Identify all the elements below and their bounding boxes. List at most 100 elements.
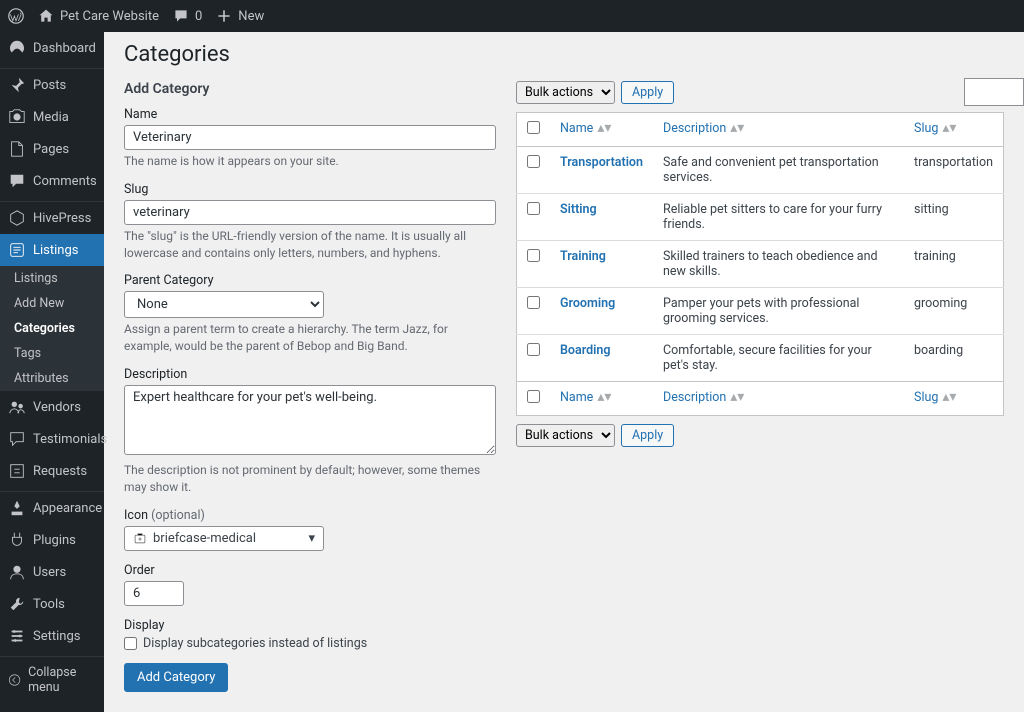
row-checkbox[interactable] [527, 202, 540, 215]
bulk-actions-select[interactable]: Bulk actions [516, 81, 615, 104]
submenu-item-tags[interactable]: Tags [0, 341, 104, 366]
sidebar-item-dashboard[interactable]: Dashboard [0, 32, 104, 64]
col-description[interactable]: Description▴▾ [663, 121, 744, 136]
sidebar-item-vendors[interactable]: Vendors [0, 391, 104, 423]
sidebar-item-label: Media [33, 110, 69, 125]
categories-table-wrap: Bulk actions Apply Name▴▾ Description▴▾ … [516, 81, 1004, 692]
page-title: Categories [124, 42, 1004, 67]
sidebar-item-label: Tools [33, 597, 65, 612]
row-checkbox[interactable] [527, 249, 540, 262]
settings-icon [8, 627, 26, 645]
col-slug[interactable]: Slug▴▾ [914, 121, 956, 136]
new-content-link[interactable]: New [216, 8, 264, 24]
table-row: Boarding Comfortable, secure facilities f… [517, 335, 1004, 382]
display-checkbox-label: Display subcategories instead of listing… [143, 636, 367, 651]
col-description-foot[interactable]: Description▴▾ [663, 390, 744, 405]
display-subcategories-checkbox[interactable] [124, 637, 137, 650]
sidebar-item-testimonials[interactable]: Testimonials [0, 423, 104, 455]
admin-sidebar: Dashboard Posts Media Pages Comments Hiv… [0, 32, 104, 712]
page-body: Categories Add Category Name The name is… [104, 32, 1024, 712]
order-label: Order [124, 563, 496, 578]
sidebar-item-appearance[interactable]: Appearance [0, 492, 104, 524]
sidebar-item-listings[interactable]: Listings [0, 234, 104, 266]
tablenav-bottom: Bulk actions Apply [516, 424, 1004, 447]
select-all-bottom[interactable] [527, 390, 540, 403]
chevron-down-icon: ▾ [308, 531, 315, 546]
row-checkbox[interactable] [527, 155, 540, 168]
site-name-link[interactable]: Pet Care Website [38, 8, 159, 24]
row-description: Skilled trainers to teach obedience and … [653, 241, 904, 288]
comment-icon [8, 172, 26, 190]
submenu-item-add-new[interactable]: Add New [0, 291, 104, 316]
order-input[interactable] [124, 581, 184, 606]
sort-icon: ▴▾ [597, 121, 611, 135]
icon-select[interactable]: briefcase-medical ▾ [124, 526, 324, 551]
sidebar-item-media[interactable]: Media [0, 101, 104, 133]
sidebar-item-label: Comments [33, 174, 97, 189]
comment-icon [173, 8, 189, 24]
plus-icon [216, 8, 232, 24]
bulk-actions-select-bottom[interactable]: Bulk actions [516, 424, 615, 447]
requests-icon [8, 462, 26, 480]
row-name-link[interactable]: Training [560, 249, 606, 264]
sidebar-item-settings[interactable]: Settings [0, 620, 104, 652]
sort-icon: ▴▾ [730, 121, 744, 135]
row-name-link[interactable]: Sitting [560, 202, 597, 217]
row-slug: sitting [904, 194, 1003, 241]
sidebar-item-users[interactable]: Users [0, 556, 104, 588]
row-name-link[interactable]: Transportation [560, 155, 643, 170]
description-input[interactable]: Expert healthcare for your pet's well-be… [124, 385, 496, 455]
col-name-foot[interactable]: Name▴▾ [560, 390, 611, 405]
sidebar-item-requests[interactable]: Requests [0, 455, 104, 487]
row-slug: transportation [904, 147, 1003, 194]
sidebar-item-plugins[interactable]: Plugins [0, 524, 104, 556]
sidebar-item-pages[interactable]: Pages [0, 133, 104, 165]
col-name[interactable]: Name▴▾ [560, 121, 611, 136]
search-box [964, 78, 1024, 106]
select-all-top[interactable] [527, 121, 540, 134]
slug-input[interactable] [124, 200, 496, 225]
row-slug: boarding [904, 335, 1003, 382]
name-input[interactable] [124, 125, 496, 150]
sidebar-item-label: Requests [33, 464, 87, 479]
sidebar-item-label: Users [33, 565, 66, 580]
submenu-item-categories[interactable]: Categories [0, 316, 104, 341]
search-input[interactable] [964, 78, 1024, 106]
sort-icon: ▴▾ [730, 390, 744, 404]
name-help: The name is how it appears on your site. [124, 153, 496, 170]
sidebar-item-label: Appearance [33, 501, 102, 516]
sidebar-item-tools[interactable]: Tools [0, 588, 104, 620]
sidebar-item-hivepress[interactable]: HivePress [0, 202, 104, 234]
row-checkbox[interactable] [527, 343, 540, 356]
submenu-item-listings[interactable]: Listings [0, 266, 104, 291]
comments-count: 0 [195, 9, 202, 24]
row-description: Comfortable, secure facilities for your … [653, 335, 904, 382]
tools-icon [8, 595, 26, 613]
table-row: TransportationSafe and convenient pet tr… [517, 147, 1004, 194]
row-checkbox[interactable] [527, 296, 540, 309]
sidebar-item-posts[interactable]: Posts [0, 69, 104, 101]
collapse-label: Collapse menu [28, 665, 96, 695]
collapse-menu[interactable]: Collapse menu [0, 657, 104, 703]
col-slug-foot[interactable]: Slug▴▾ [914, 390, 956, 405]
sidebar-item-comments[interactable]: Comments [0, 165, 104, 197]
form-heading: Add Category [124, 81, 496, 97]
sidebar-submenu-listings: Listings Add New Categories Tags Attribu… [0, 266, 104, 391]
row-name-link[interactable]: Boarding [560, 343, 610, 358]
vendors-icon [8, 398, 26, 416]
row-name-link[interactable]: Grooming [560, 296, 615, 311]
add-category-button[interactable]: Add Category [124, 663, 228, 692]
tablenav-top: Bulk actions Apply [516, 81, 1004, 104]
parent-select[interactable]: None [124, 291, 324, 318]
sidebar-item-label: Testimonials [33, 432, 107, 447]
apply-button-top[interactable]: Apply [621, 81, 674, 104]
briefcase-medical-icon [133, 531, 147, 545]
sidebar-item-label: Vendors [33, 400, 81, 415]
categories-table: Name▴▾ Description▴▾ Slug▴▾ Transportati… [516, 112, 1004, 416]
wp-logo[interactable] [8, 8, 24, 24]
comments-link[interactable]: 0 [173, 8, 202, 24]
submenu-item-attributes[interactable]: Attributes [0, 366, 104, 391]
collapse-icon [8, 672, 21, 688]
sidebar-item-label: Dashboard [33, 41, 96, 56]
apply-button-bottom[interactable]: Apply [621, 424, 674, 447]
